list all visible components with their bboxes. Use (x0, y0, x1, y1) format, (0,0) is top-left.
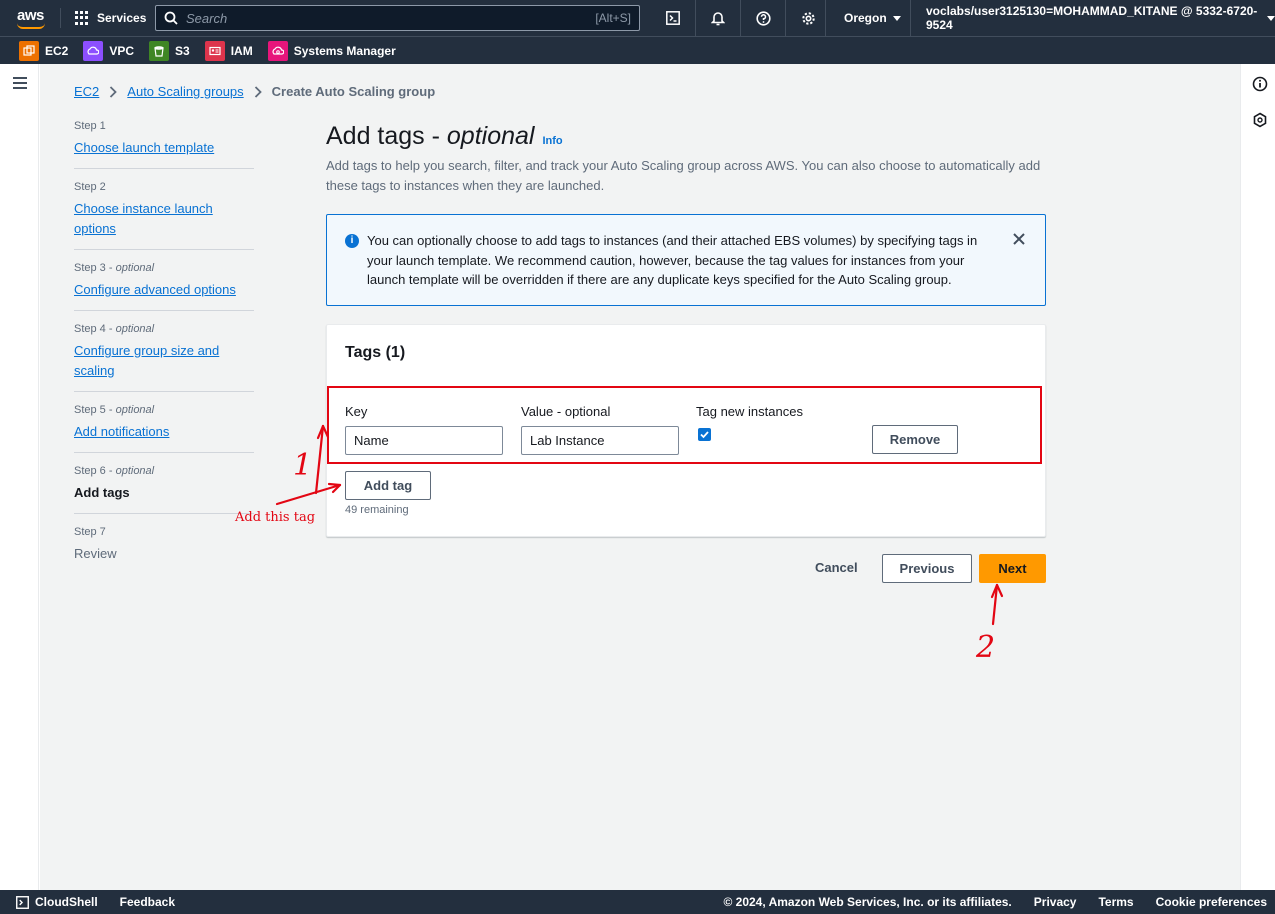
terms-link[interactable]: Terms (1098, 895, 1133, 909)
step-current-add-tags: Add tags (74, 485, 130, 500)
footer: CloudShell Feedback © 2024, Amazon Web S… (0, 890, 1275, 914)
checkmark-icon (700, 431, 709, 439)
wizard-step-6: Step 6 - optional Add tags (74, 465, 254, 514)
top-navigation: aws Services Search [Alt+S] Oregon vocla… (0, 0, 1275, 36)
step-link-configure-group-size[interactable]: Configure group size and scaling (74, 343, 219, 378)
step-link-add-notifications[interactable]: Add notifications (74, 424, 169, 439)
cloudshell-button[interactable] (650, 0, 695, 36)
info-link[interactable]: Info (542, 135, 562, 147)
tag-new-instances-checkbox[interactable] (698, 428, 711, 441)
help-icon (755, 10, 771, 26)
tag-key-input[interactable]: Name (345, 426, 503, 455)
wizard-step-3: Step 3 - optional Configure advanced opt… (74, 262, 254, 311)
grid-icon (75, 11, 89, 25)
services-menu-button[interactable]: Services (75, 11, 146, 25)
help-button[interactable] (740, 0, 785, 36)
info-panel-icon[interactable] (1252, 76, 1268, 92)
step-link-choose-instance-launch-options[interactable]: Choose instance launch options (74, 201, 213, 236)
page-title: Add tags - optional Info (326, 122, 563, 150)
iam-icon (204, 40, 225, 61)
tags-remaining: 49 remaining (345, 504, 409, 516)
tag-row: Key Value - optional Tag new instances N… (327, 386, 1042, 464)
favorite-vpc[interactable]: VPC (83, 40, 134, 61)
favorites-bar: EC2 VPC S3 IAM Systems Manager (0, 36, 1275, 64)
tag-new-instances-label: Tag new instances (696, 404, 803, 419)
systems-manager-icon (267, 40, 288, 61)
alert-text: You can optionally choose to add tags to… (367, 233, 978, 287)
cloudshell-footer-button[interactable]: CloudShell (16, 895, 98, 909)
wizard-step-5: Step 5 - optional Add notifications (74, 404, 254, 453)
cookie-preferences-link[interactable]: Cookie preferences (1156, 895, 1267, 909)
search-shortcut: [Alt+S] (595, 11, 631, 25)
feedback-link[interactable]: Feedback (120, 895, 175, 909)
info-circle-icon: i (345, 234, 359, 248)
value-label: Value - optional (521, 404, 611, 419)
tags-panel-title: Tags (1) (345, 344, 406, 361)
wizard-step-1: Step 1 Choose launch template (74, 120, 254, 169)
caret-down-icon (892, 15, 901, 21)
cloudshell-icon (16, 895, 29, 909)
breadcrumb: EC2 Auto Scaling groups Create Auto Scal… (74, 84, 435, 99)
tags-panel: Tags (1) Key Value - optional Tag new in… (326, 324, 1046, 537)
vpc-icon (83, 40, 104, 61)
favorite-systems-manager[interactable]: Systems Manager (267, 40, 396, 61)
favorite-s3[interactable]: S3 (149, 40, 190, 61)
cancel-button[interactable]: Cancel (815, 560, 858, 575)
key-label: Key (345, 404, 368, 419)
ec2-icon (19, 40, 39, 61)
s3-icon (149, 40, 170, 61)
search-input[interactable]: Search [Alt+S] (155, 5, 640, 31)
annotation-step-2: 2 (976, 630, 996, 665)
step-review: Review (74, 546, 117, 561)
annotation-note: Add this tag (235, 510, 316, 525)
previous-button[interactable]: Previous (882, 554, 972, 583)
breadcrumb-ec2[interactable]: EC2 (74, 84, 99, 99)
tag-value-input[interactable]: Lab Instance (521, 426, 679, 455)
privacy-link[interactable]: Privacy (1034, 895, 1077, 909)
favorite-ec2[interactable]: EC2 (19, 40, 68, 61)
wizard-step-2: Step 2 Choose instance launch options (74, 181, 254, 250)
next-button[interactable]: Next (979, 554, 1046, 583)
search-placeholder: Search (186, 10, 228, 26)
wizard-steps: Step 1 Choose launch template Step 2 Cho… (74, 120, 254, 586)
main-content: EC2 Auto Scaling groups Create Auto Scal… (40, 64, 1240, 890)
left-nav-strip (0, 64, 39, 890)
breadcrumb-current: Create Auto Scaling group (271, 84, 436, 99)
bell-icon (711, 11, 725, 25)
caret-down-icon (1267, 15, 1275, 21)
notifications-button[interactable] (695, 0, 740, 36)
page-description: Add tags to help you search, filter, and… (326, 158, 1041, 193)
chevron-right-icon (110, 85, 118, 98)
wizard-step-7: Step 7 Review (74, 526, 254, 574)
favorite-iam[interactable]: IAM (204, 40, 253, 61)
search-icon (164, 11, 178, 25)
hamburger-menu-icon[interactable] (13, 77, 27, 92)
hexagon-icon[interactable] (1252, 112, 1268, 128)
add-tag-button[interactable]: Add tag (345, 471, 431, 500)
settings-button[interactable] (785, 0, 830, 36)
account-menu[interactable]: voclabs/user3125130=MOHAMMAD_KITANE @ 53… (910, 0, 1275, 36)
annotation-step-1: 1 (293, 448, 313, 483)
aws-logo[interactable]: aws (16, 4, 50, 32)
step-link-choose-launch-template[interactable]: Choose launch template (74, 140, 214, 155)
close-icon[interactable] (1011, 231, 1027, 247)
remove-tag-button[interactable]: Remove (872, 425, 958, 454)
breadcrumb-auto-scaling-groups[interactable]: Auto Scaling groups (127, 84, 243, 99)
copyright: © 2024, Amazon Web Services, Inc. or its… (723, 895, 1012, 909)
info-alert: i You can optionally choose to add tags … (326, 214, 1046, 306)
chevron-right-icon (254, 85, 262, 98)
right-tools-strip (1240, 64, 1275, 890)
step-link-configure-advanced-options[interactable]: Configure advanced options (74, 282, 236, 297)
region-selector[interactable]: Oregon (825, 0, 901, 36)
gear-icon (801, 11, 815, 25)
cloudshell-icon (665, 11, 680, 25)
wizard-step-4: Step 4 - optional Configure group size a… (74, 323, 254, 392)
